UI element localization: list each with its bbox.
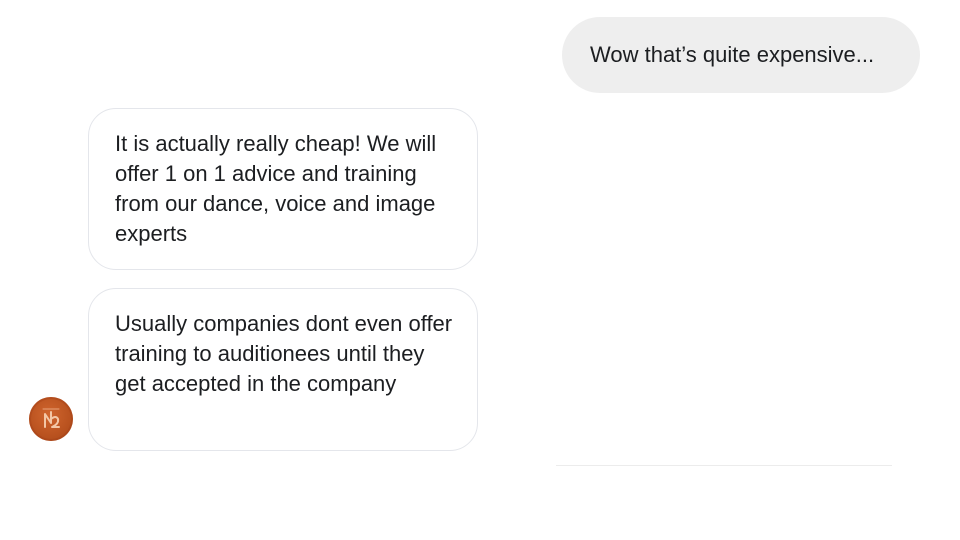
divider [556, 465, 892, 466]
incoming-message-bubble[interactable]: Usually companies dont even offer traini… [88, 288, 478, 451]
incoming-message-bubble[interactable]: It is actually really cheap! We will off… [88, 108, 478, 270]
message-text: It is actually really cheap! We will off… [115, 131, 437, 246]
message-text: Wow that’s quite expensive... [590, 42, 875, 67]
chat-thread: Wow that’s quite expensive... It is actu… [0, 0, 960, 540]
contact-avatar-icon[interactable] [29, 397, 73, 441]
avatar-logo-icon [42, 408, 60, 428]
outgoing-message-bubble[interactable]: Wow that’s quite expensive... [562, 17, 920, 93]
message-text: Usually companies dont even offer traini… [115, 311, 453, 396]
